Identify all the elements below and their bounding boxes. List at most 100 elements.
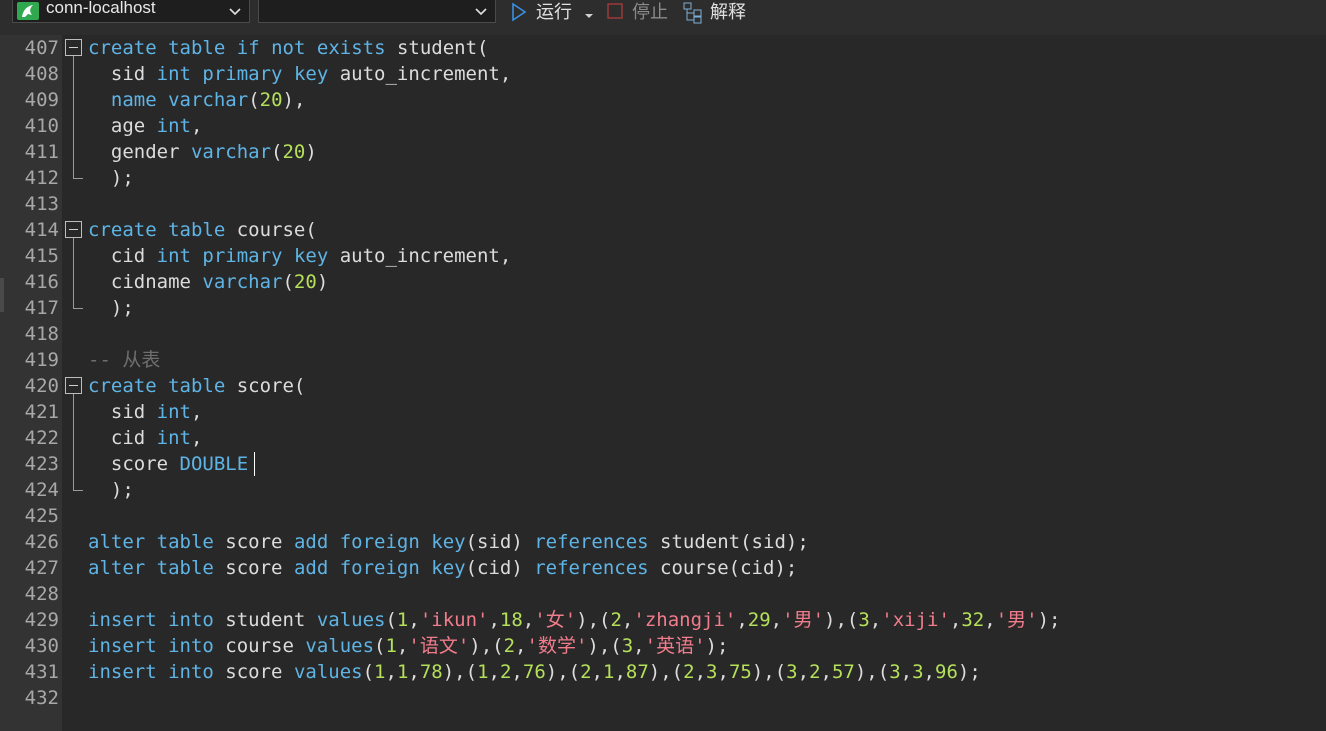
- code-line[interactable]: cid int primary key auto_increment,: [88, 243, 511, 269]
- code-line[interactable]: create table score(: [88, 373, 305, 399]
- line-number: 408: [24, 63, 59, 85]
- code-token: );: [957, 661, 981, 683]
- line-number: 421: [24, 401, 59, 423]
- code-line[interactable]: gender varchar(20): [88, 139, 317, 165]
- line-number: 419: [24, 349, 59, 371]
- connection-select[interactable]: conn-localhost: [12, 0, 250, 23]
- code-token: );: [88, 297, 134, 319]
- play-icon: [512, 2, 527, 22]
- code-line[interactable]: insert into score values(1,1,78),(1,2,76…: [88, 659, 981, 685]
- keyword-token: varchar: [202, 271, 283, 293]
- code-line[interactable]: sid int primary key auto_increment,: [88, 61, 511, 87]
- code-line[interactable]: );: [88, 165, 134, 191]
- code-token: ,: [190, 115, 203, 137]
- fold-collapse-icon[interactable]: [65, 221, 82, 238]
- fold-collapse-icon[interactable]: [65, 377, 82, 394]
- code-token: ),(: [587, 635, 622, 657]
- keyword-token: key: [431, 557, 466, 579]
- code-token: ,: [385, 661, 397, 683]
- code-token: ,: [770, 609, 783, 631]
- string-token: '英语': [644, 635, 706, 657]
- keyword-token: values: [305, 635, 375, 657]
- toolbar: conn-localhost 运行 停止 解释: [0, 0, 1326, 35]
- keyword-token: primary: [202, 63, 283, 85]
- code-token: );: [88, 167, 134, 189]
- code-line[interactable]: create table course(: [88, 217, 317, 243]
- code-token: sid: [88, 63, 157, 85]
- line-number: 410: [24, 115, 59, 137]
- code-line[interactable]: age int,: [88, 113, 203, 139]
- keyword-token: key: [293, 245, 329, 267]
- line-number: 424: [24, 479, 59, 501]
- code-line[interactable]: name varchar(20),: [88, 87, 306, 113]
- number-token: 1: [477, 661, 489, 683]
- keyword-token: int: [156, 63, 191, 85]
- code-token: ,: [522, 609, 535, 631]
- keyword-token: table: [168, 375, 226, 397]
- code-token: ,: [736, 609, 748, 631]
- code-line[interactable]: );: [88, 295, 134, 321]
- code-token: ,: [408, 661, 420, 683]
- line-number: 414: [24, 219, 59, 241]
- code-line[interactable]: insert into student values(1,'ikun',18,'…: [88, 607, 1060, 633]
- string-token: '语文': [408, 635, 470, 657]
- code-token: ,: [949, 609, 962, 631]
- number-token: 20: [293, 271, 317, 293]
- fold-end-marker: [73, 490, 83, 491]
- code-token: ),(: [576, 609, 611, 631]
- code-token: ,: [614, 661, 626, 683]
- line-number: 411: [24, 141, 59, 163]
- fold-end-marker: [73, 178, 83, 179]
- database-select[interactable]: [258, 0, 496, 23]
- code-token: (: [271, 141, 283, 163]
- chevron-down-icon: [475, 8, 487, 16]
- code-token: ,: [190, 401, 203, 423]
- keyword-token: exists: [316, 37, 386, 59]
- number-token: 2: [809, 661, 821, 683]
- keyword-token: create: [88, 37, 157, 59]
- fold-collapse-icon[interactable]: [65, 39, 82, 56]
- string-token: 'ikun': [419, 609, 489, 631]
- fold-end-marker: [73, 308, 83, 309]
- database-icon: [17, 2, 39, 20]
- code-line[interactable]: cidname varchar(20): [88, 269, 328, 295]
- run-dropdown-icon[interactable]: [583, 4, 595, 28]
- keyword-token: alter: [88, 557, 146, 579]
- code-token: ),(: [854, 661, 890, 683]
- code-line[interactable]: alter table score add foreign key(sid) r…: [88, 529, 809, 555]
- number-token: 78: [419, 661, 443, 683]
- number-token: 20: [282, 141, 306, 163]
- code-token: ,: [797, 661, 810, 683]
- code-line[interactable]: sid int,: [88, 399, 203, 425]
- number-token: 3: [706, 661, 718, 683]
- code-token: ,: [923, 661, 935, 683]
- code-line[interactable]: insert into course values(1,'语文'),(2,'数学…: [88, 633, 728, 659]
- fold-guide: [73, 238, 74, 308]
- string-token: 'zhangji': [633, 609, 737, 631]
- code-line[interactable]: alter table score add foreign key(cid) r…: [88, 555, 797, 581]
- connection-name: conn-localhost: [46, 0, 156, 17]
- code-token: course: [213, 635, 306, 657]
- code-line[interactable]: cid int,: [88, 425, 203, 451]
- string-token: '女': [534, 609, 577, 631]
- number-token: 75: [728, 661, 752, 683]
- code-token: ,: [869, 609, 882, 631]
- line-number: 426: [24, 531, 59, 553]
- keyword-token: add: [293, 531, 329, 553]
- line-number: 413: [24, 193, 59, 215]
- code-line[interactable]: );: [88, 477, 134, 503]
- code-line[interactable]: create table if not exists student(: [88, 35, 488, 61]
- code-line[interactable]: -- 从表: [88, 347, 160, 373]
- keyword-token: foreign: [339, 531, 420, 553]
- code-line[interactable]: score DOUBLE: [88, 451, 248, 477]
- keyword-token: insert: [88, 661, 157, 683]
